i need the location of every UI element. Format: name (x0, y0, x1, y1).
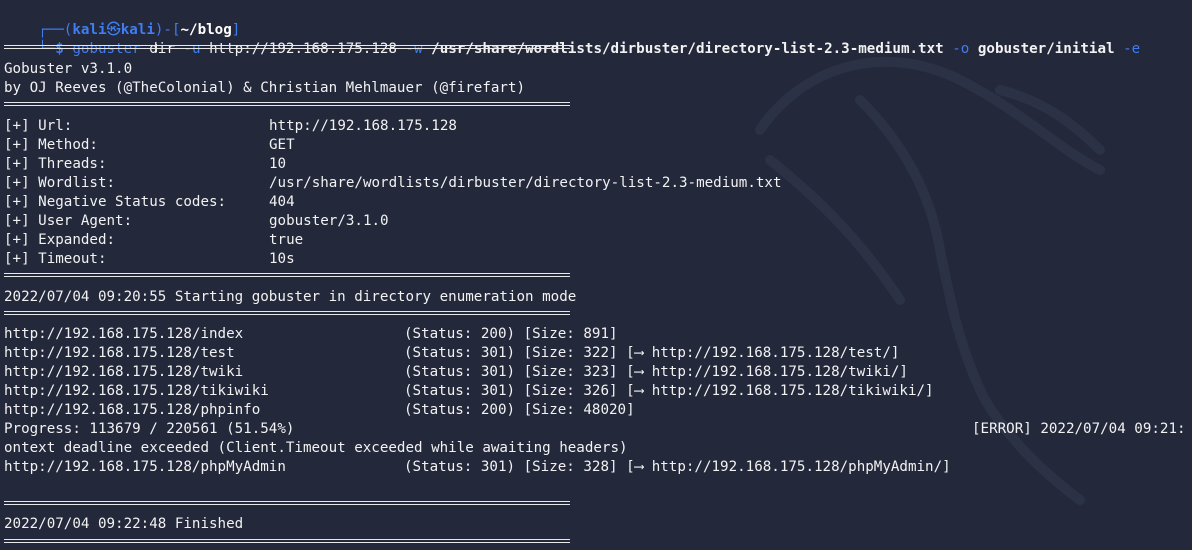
prompt-corner-bottom: └─ (38, 41, 56, 57)
result-path: http://192.168.175.128/test (4, 345, 235, 361)
command-output: gobuster/initial (977, 41, 1115, 57)
prompt-header: ┌──(kali㉿kali)-[~/blog] (4, 2, 240, 38)
config-row-url: [+] Url: http://192.168.175.128 (4, 117, 457, 136)
result-path: http://192.168.175.128/tikiwiki (4, 383, 269, 399)
config-value: true (269, 232, 304, 248)
command-subcommand: dir (149, 41, 175, 57)
config-value: GET (269, 137, 295, 153)
config-key: [+] Timeout: (4, 251, 107, 267)
result-row: http://192.168.175.128/index (Status: 200… (4, 325, 618, 344)
config-value: /usr/share/wordlists/dirbuster/directory… (269, 175, 782, 191)
result-row: http://192.168.175.128/tikiwiki (Status: … (4, 382, 934, 401)
config-key: [+] User Agent: (4, 213, 133, 229)
config-value: 10 (269, 156, 287, 172)
config-value: 10s (269, 251, 295, 267)
separator-rule (4, 273, 570, 277)
error-message: ontext deadline exceeded (Client.Timeout… (4, 440, 628, 456)
config-key: [+] Threads: (4, 156, 107, 172)
result-path: http://192.168.175.128/phpinfo (4, 402, 261, 418)
config-row-negative-status: [+] Negative Status codes: 404 (4, 193, 295, 212)
result-row: http://192.168.175.128/twiki (Status: 301… (4, 363, 908, 382)
config-key: [+] Wordlist: (4, 175, 116, 191)
config-value: http://192.168.175.128 (269, 118, 457, 134)
config-key: [+] Expanded: (4, 232, 116, 248)
result-status: (Status: 301) [Size: 326] [⟶ http://192.… (404, 383, 934, 399)
error-prefix: [ERROR] 2022/07/04 09:21: (972, 421, 1186, 437)
result-status: (Status: 200) [Size: 891] (404, 326, 618, 342)
config-key: [+] Negative Status codes: (4, 194, 227, 210)
result-path: http://192.168.175.128/twiki (4, 364, 244, 380)
separator-rule (4, 311, 570, 315)
separator-rule (4, 102, 570, 106)
result-path: http://192.168.175.128/phpMyAdmin (4, 459, 286, 475)
command-flag-e: -e (1123, 41, 1141, 57)
command-program: gobuster (72, 41, 141, 57)
command-wordlist: /usr/share/wordlists/dirbuster/directory… (431, 41, 944, 57)
config-row-wordlist: [+] Wordlist: /usr/share/wordlists/dirbus… (4, 174, 782, 193)
config-row-threads: [+] Threads: 10 (4, 155, 286, 174)
result-path: http://192.168.175.128/index (4, 326, 244, 342)
config-key: [+] Url: (4, 118, 73, 134)
finished-message: 2022/07/04 09:22:48 Finished (4, 516, 244, 532)
config-row-method: [+] Method: GET (4, 136, 295, 155)
prompt-dollar: $ (55, 41, 64, 57)
separator-rule (4, 539, 570, 543)
result-row: http://192.168.175.128/test (Status: 301)… (4, 344, 899, 363)
separator-rule (4, 44, 570, 52)
config-row-user-agent: [+] User Agent: gobuster/3.1.0 (4, 212, 389, 231)
terminal-window[interactable]: ┌──(kali㉿kali)-[~/blog] └─$ gobuster dir… (0, 0, 1192, 550)
command-url: http://192.168.175.128 (209, 41, 397, 57)
result-row: http://192.168.175.128/phpMyAdmin (Status… (4, 458, 951, 477)
progress-text: Progress: 113679 / 220561 (51.54%) (4, 421, 295, 437)
banner-authors: by OJ Reeves (@TheColonial) & Christian … (4, 80, 526, 96)
config-value: gobuster/3.1.0 (269, 213, 389, 229)
command-line[interactable]: └─$ gobuster dir -u http://192.168.175.1… (4, 21, 1140, 57)
result-status: (Status: 301) [Size: 328] [⟶ http://192.… (404, 459, 951, 475)
config-value: 404 (269, 194, 295, 210)
command-flag-w: -w (405, 41, 423, 57)
result-status: (Status: 301) [Size: 322] [⟶ http://192.… (404, 345, 900, 361)
config-row-timeout: [+] Timeout: 10s (4, 250, 295, 269)
result-row: http://192.168.175.128/phpinfo (Status: 2… (4, 401, 635, 420)
command-flag-o: -o (952, 41, 970, 57)
separator-rule (4, 501, 570, 505)
banner-version: Gobuster v3.1.0 (4, 61, 133, 77)
progress-line: Progress: 113679 / 220561 (51.54%) [ERROR… (4, 420, 1192, 439)
config-row-expanded: [+] Expanded: true (4, 231, 303, 250)
config-key: [+] Method: (4, 137, 98, 153)
result-status: (Status: 200) [Size: 48020] (404, 402, 635, 418)
start-message: 2022/07/04 09:20:55 Starting gobuster in… (4, 289, 577, 305)
result-status: (Status: 301) [Size: 323] [⟶ http://192.… (404, 364, 908, 380)
command-flag-u: -u (183, 41, 201, 57)
